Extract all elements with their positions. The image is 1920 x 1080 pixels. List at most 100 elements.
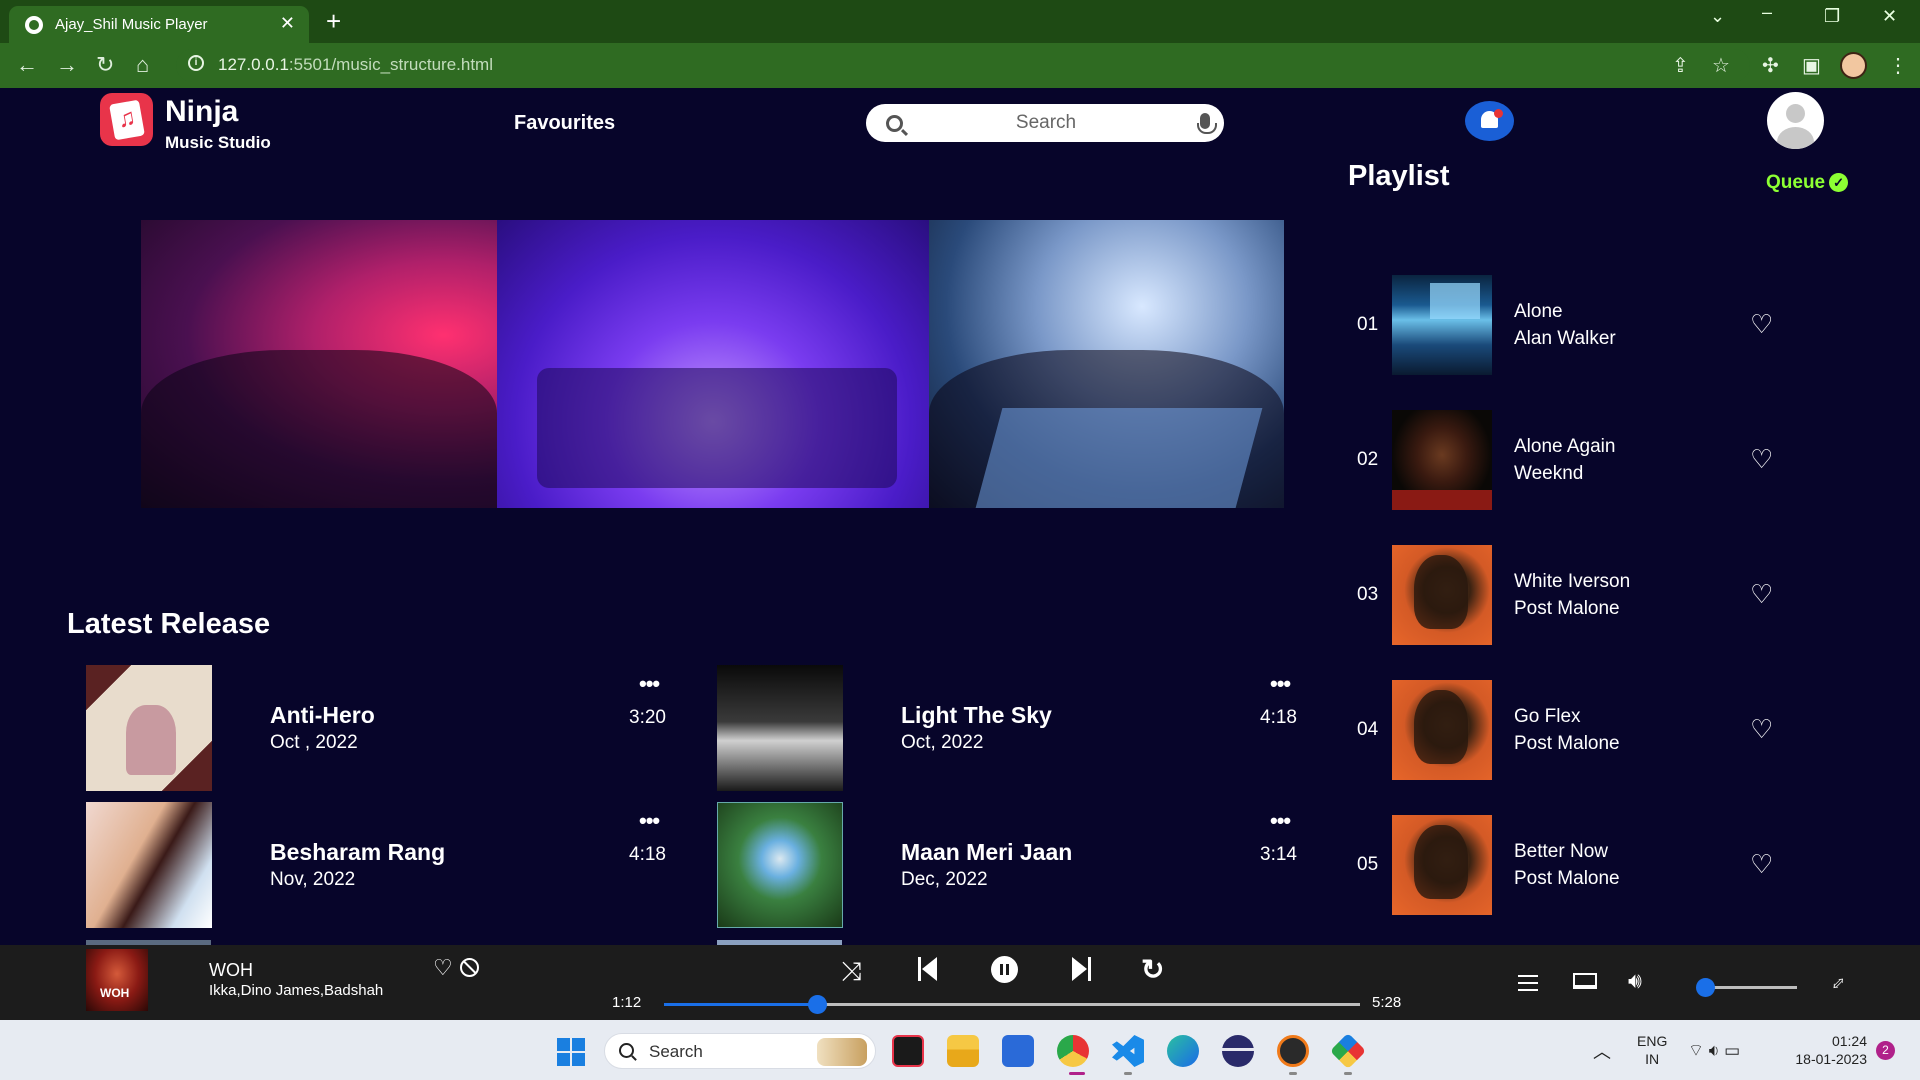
media-player-icon[interactable] [1277,1035,1309,1067]
song-date: Oct, 2022 [901,732,984,753]
heart-icon[interactable]: ♡ [1750,311,1773,337]
home-icon[interactable]: ⌂ [136,52,149,78]
volume-handle[interactable] [1696,978,1715,997]
browser-profile-avatar[interactable] [1840,52,1867,79]
more-options-icon[interactable]: ••• [1270,673,1291,695]
shuffle-icon[interactable]: ⤨ [841,956,862,988]
queue-list-icon[interactable] [1518,975,1538,991]
volume-icon[interactable]: 🔊︎ [1628,968,1642,994]
block-icon[interactable] [460,958,479,977]
playlist-item-art[interactable] [1392,275,1492,375]
url-text[interactable]: 127.0.0.1:5501/music_structure.html [218,55,493,75]
taskbar-search[interactable]: Search [604,1033,876,1069]
playlist-item-name: Better Now [1514,841,1608,862]
banner-image-party-crowd [141,220,497,508]
intellij-app-icon[interactable] [892,1035,924,1067]
song-cover[interactable] [717,802,843,928]
heart-icon[interactable]: ♡ [1750,851,1773,877]
edge-app-icon[interactable] [1167,1035,1199,1067]
song-card[interactable]: Besharam Rang Nov, 2022 ••• 4:18 [86,802,666,930]
search-icon [619,1043,634,1058]
song-cover[interactable] [86,665,212,791]
eclipse-app-icon[interactable] [1222,1035,1254,1067]
song-card[interactable]: Light The Sky Oct, 2022 ••• 4:18 [717,665,1297,793]
bookmark-star-icon[interactable]: ☆ [1712,53,1730,78]
song-cover[interactable] [717,665,843,791]
back-arrow-icon[interactable]: ← [16,52,38,78]
now-playing-art[interactable] [86,949,148,1011]
queue-button[interactable]: Queue ✓ [1766,172,1849,194]
language-indicator[interactable]: ENG IN [1637,1032,1667,1068]
song-title: Besharam Rang [270,839,446,865]
minimize-icon[interactable]: – [1762,2,1772,23]
playlist-item[interactable]: 02 Alone Again Weeknd ♡ [1350,410,1790,510]
browser-menu-icon[interactable]: ⋮ [1888,53,1908,78]
notification-bell-icon[interactable] [1465,101,1514,141]
taskbar-search-label: Search [649,1042,703,1061]
playlist-item-artist: Post Malone [1514,598,1620,619]
site-info-icon[interactable]: i [188,55,204,71]
notification-count-badge[interactable]: 2 [1876,1041,1895,1060]
more-options-icon[interactable]: ••• [1270,810,1291,832]
browser-toolbar: ← → ↻ ⌂ i 127.0.0.1:5501/music_structure… [0,43,1920,88]
playlist-item-artist: Alan Walker [1514,328,1616,349]
user-avatar[interactable] [1767,92,1824,149]
song-card[interactable]: Anti-Hero Oct , 2022 ••• 3:20 [86,665,666,793]
playlist-item-art[interactable] [1392,815,1492,915]
playlist-item-art[interactable] [1392,545,1492,645]
chrome-app-icon[interactable] [1057,1035,1089,1067]
playlist-item[interactable]: 03 White Iverson Post Malone ♡ [1350,545,1790,645]
logo-icon[interactable] [100,93,153,146]
progress-handle[interactable] [807,995,827,1014]
heart-icon[interactable]: ♡ [1750,716,1773,742]
nav-favourites-link[interactable]: Favourites [514,112,615,135]
playlist-item-art[interactable] [1392,680,1492,780]
heart-icon[interactable]: ♡ [1750,446,1773,472]
store-app-icon[interactable] [1002,1035,1034,1067]
volume-slider[interactable] [1696,978,1797,997]
search-input[interactable] [926,110,1166,136]
microphone-icon[interactable] [1197,113,1217,134]
browser-tab[interactable]: Ajay_Shil Music Player ✕ [9,6,309,43]
playlist-item-number: 03 [1357,584,1379,605]
playlist-item[interactable]: 01 Alone Alan Walker ♡ [1350,275,1790,375]
playlist-item-art[interactable] [1392,410,1492,510]
tray-status-icons[interactable]: ⌔ 🔉︎ ▭ [1688,1040,1740,1061]
heart-icon[interactable]: ♡ [1750,581,1773,607]
file-explorer-icon[interactable] [947,1035,979,1067]
pause-icon[interactable] [991,956,1018,983]
more-options-icon[interactable]: ••• [639,810,660,832]
windows-start-icon[interactable] [557,1038,586,1067]
forward-arrow-icon[interactable]: → [56,52,78,78]
new-tab-button[interactable]: + [326,6,341,37]
playlist-item[interactable]: 05 Better Now Post Malone ♡ [1350,815,1790,915]
side-panel-icon[interactable]: ▣ [1802,53,1821,78]
latest-release-title: Latest Release [67,608,271,640]
like-heart-icon[interactable]: ♡ [433,955,453,981]
progress-bar[interactable] [664,995,1360,1014]
extensions-puzzle-icon[interactable]: ✣ [1762,53,1779,78]
repeat-icon[interactable]: ↻ [1141,953,1164,986]
tab-close-icon[interactable]: ✕ [280,13,295,34]
tray-overflow-chevron-icon[interactable]: ︿ [1593,1038,1611,1064]
next-track-icon[interactable] [1071,957,1091,981]
song-card[interactable]: Maan Meri Jaan Dec, 2022 ••• 3:14 [717,802,1297,930]
region-code: IN [1645,1051,1660,1067]
window-close-icon[interactable]: ✕ [1882,6,1897,27]
reload-icon[interactable]: ↻ [96,52,114,78]
playlist-item-number: 02 [1357,449,1379,470]
playlist-item[interactable]: 04 Go Flex Post Malone ♡ [1350,680,1790,780]
avatar-head-shape [1786,104,1805,123]
search-icon[interactable] [886,115,903,132]
restore-icon[interactable]: ❐ [1824,6,1840,27]
tab-search-chevron-icon[interactable]: ⌄ [1710,6,1725,27]
more-options-icon[interactable]: ••• [639,673,660,695]
brand-name[interactable]: Ninja [165,95,238,129]
device-icon[interactable] [1573,973,1597,989]
share-icon[interactable]: ⇪ [1672,53,1689,78]
song-cover[interactable] [86,802,212,928]
clock[interactable]: 01:24 18-01-2023 [1782,1032,1867,1068]
start-tile [572,1038,585,1051]
previous-track-icon[interactable] [918,957,938,981]
browser-tab-strip: Ajay_Shil Music Player ✕ + ⌄ – ❐ ✕ [0,0,1920,43]
